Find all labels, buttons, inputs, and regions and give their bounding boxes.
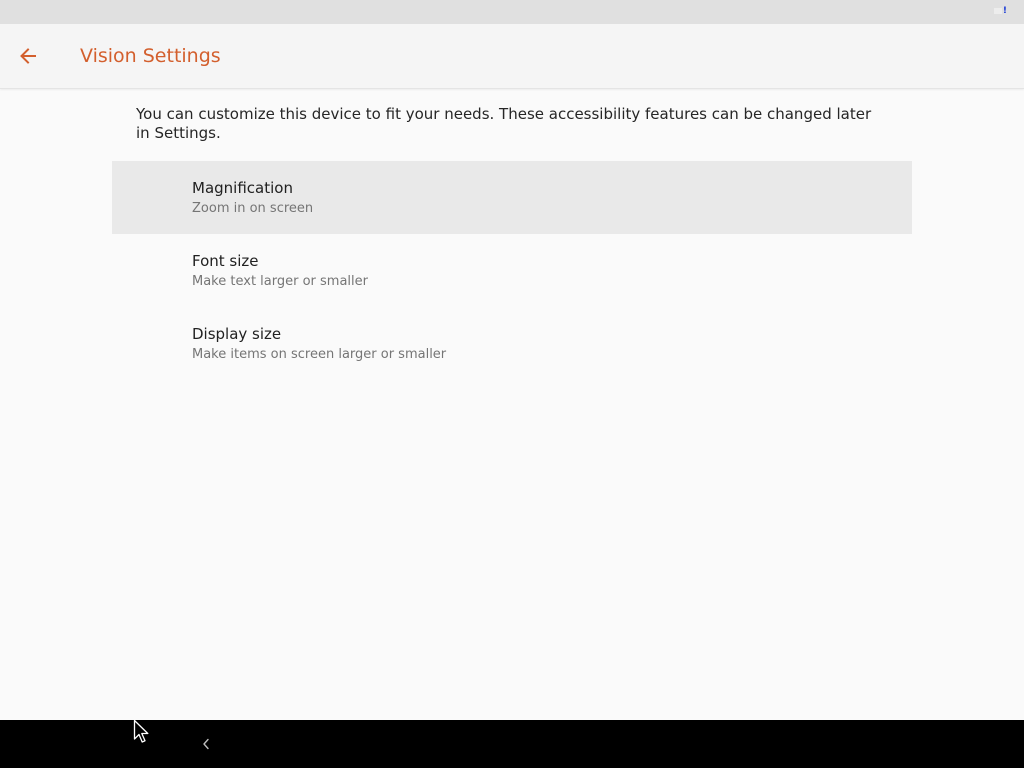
option-magnification[interactable]: Magnification Zoom in on screen: [112, 161, 912, 234]
nav-back-button[interactable]: [194, 732, 218, 756]
option-title: Magnification: [192, 179, 293, 197]
status-pill-icon: [994, 8, 1002, 14]
chevron-left-icon: [203, 738, 209, 750]
option-list: Magnification Zoom in on screen Font siz…: [112, 161, 912, 380]
status-bar: !: [0, 0, 1024, 24]
description-text: You can customize this device to fit you…: [136, 105, 872, 142]
navigation-bar: [0, 720, 1024, 768]
option-title: Display size: [192, 325, 282, 343]
back-button[interactable]: [12, 40, 44, 72]
page-title: Vision Settings: [80, 45, 221, 67]
app-bar: Vision Settings: [0, 24, 1024, 89]
option-subtitle: Make text larger or smaller: [192, 274, 368, 289]
option-subtitle: Make items on screen larger or smaller: [192, 347, 447, 362]
option-subtitle: Zoom in on screen: [192, 201, 314, 216]
option-font-size[interactable]: Font size Make text larger or smaller: [112, 234, 912, 307]
option-title: Font size: [192, 252, 259, 270]
arrow-back-icon: [20, 48, 36, 64]
status-indicator: !: [1002, 6, 1007, 16]
option-display-size[interactable]: Display size Make items on screen larger…: [112, 307, 912, 380]
